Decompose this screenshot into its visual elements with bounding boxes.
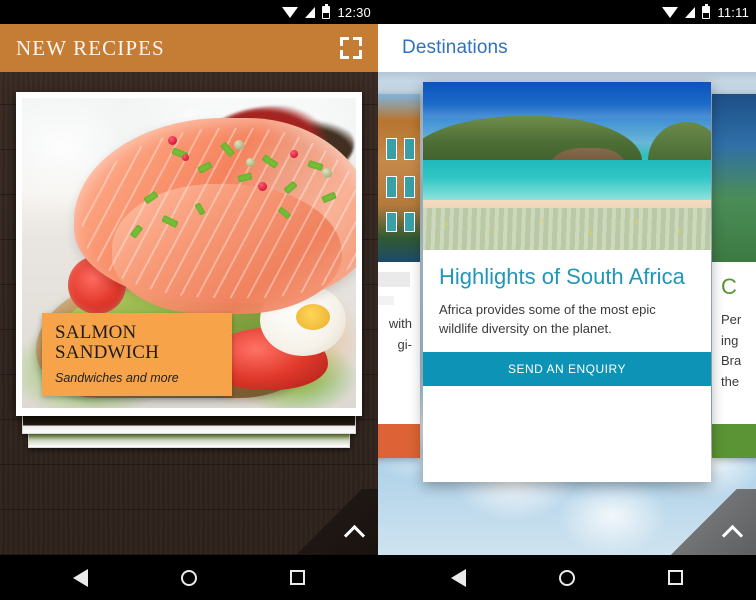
back-triangle-icon[interactable] (451, 568, 466, 587)
battery-icon (322, 3, 331, 19)
right-nav-bar (378, 555, 756, 600)
right-phone-screen: 11:11 Destinations with gi- C Per ing Br… (378, 0, 756, 600)
screenshot-pair: 12:30 NEW RECIPES SALMON SANDWICH Sandwi… (0, 0, 756, 600)
recipe-card[interactable]: SALMON SANDWICH Sandwiches and more (16, 92, 362, 416)
signal-icon (685, 6, 696, 18)
card-center-description: Africa provides some of the most epic wi… (439, 302, 656, 336)
page-title: NEW RECIPES (16, 35, 165, 60)
sky-top-strip (378, 72, 756, 82)
send-enquiry-button[interactable]: SEND AN ENQUIRY (423, 352, 711, 387)
left-nav-bar (0, 555, 378, 600)
signal-icon (305, 6, 316, 18)
card-right-desc-line2: ing (721, 332, 739, 348)
home-circle-icon[interactable] (181, 569, 197, 586)
carousel-card-right-body: C Per ing Bra the (712, 262, 756, 403)
carousel-card-right[interactable]: C Per ing Bra the (712, 94, 756, 458)
recipes-toolbar: NEW RECIPES (0, 24, 378, 72)
carousel-card-left-body: with gi- (378, 262, 420, 365)
scroll-up-fab[interactable] (292, 489, 378, 555)
south-africa-lagoon-beach-photo (423, 82, 711, 250)
recipe-card-deck: SALMON SANDWICH Sandwiches and more (16, 92, 362, 448)
card-right-desc-line3: Bra (721, 353, 742, 369)
carousel-card-right-cta[interactable] (712, 424, 756, 458)
recents-square-icon[interactable] (668, 570, 683, 585)
carousel-card-left-cta[interactable] (378, 424, 420, 458)
venice-building-photo (378, 94, 420, 262)
carousel-card-center[interactable]: Highlights of South Africa Africa provid… (423, 82, 711, 482)
expand-fullscreen-icon[interactable] (340, 37, 362, 59)
destination-carousel: with gi- C Per ing Bra the Highlights of… (378, 82, 756, 502)
status-time: 12:30 (337, 4, 371, 20)
recents-square-icon[interactable] (290, 570, 305, 585)
battery-icon (702, 3, 711, 19)
recipe-subtitle: Sandwiches and more (55, 371, 179, 385)
landscape-photo (712, 94, 756, 262)
salmon-sandwich-photo: SALMON SANDWICH Sandwiches and more (22, 98, 356, 408)
left-phone-screen: 12:30 NEW RECIPES SALMON SANDWICH Sandwi… (0, 0, 378, 600)
card-left-desc-line2: gi- (397, 337, 412, 353)
card-right-desc-line4: the (721, 373, 740, 389)
status-time: 11:11 (717, 4, 749, 20)
card-right-desc-line1: Per (721, 312, 742, 328)
recipe-title-line1: SALMON (55, 321, 137, 343)
scroll-up-fab[interactable] (670, 489, 756, 555)
destinations-toolbar: Destinations (378, 24, 756, 72)
wifi-icon (662, 6, 679, 18)
wifi-icon (282, 6, 299, 18)
card-left-desc-line1: with (388, 316, 412, 331)
page-title: Destinations (402, 37, 508, 58)
carousel-card-center-body: Highlights of South Africa Africa provid… (423, 250, 711, 353)
left-status-bar: 12:30 (0, 0, 378, 24)
recipe-label: SALMON SANDWICH Sandwiches and more (42, 312, 232, 396)
card-center-title: Highlights of South Africa (439, 264, 685, 289)
destinations-content: Destinations with gi- C Per ing Bra the … (378, 24, 756, 555)
recipe-title-line2: SANDWICH (55, 342, 159, 364)
right-status-bar: 11:11 (378, 0, 756, 24)
carousel-card-left[interactable]: with gi- (378, 94, 420, 458)
card-right-title: C (721, 274, 737, 299)
recipes-content: NEW RECIPES SALMON SANDWICH Sandwiches a… (0, 24, 378, 555)
home-circle-icon[interactable] (559, 569, 575, 586)
back-triangle-icon[interactable] (73, 568, 88, 587)
deck-card-mid (22, 414, 356, 434)
